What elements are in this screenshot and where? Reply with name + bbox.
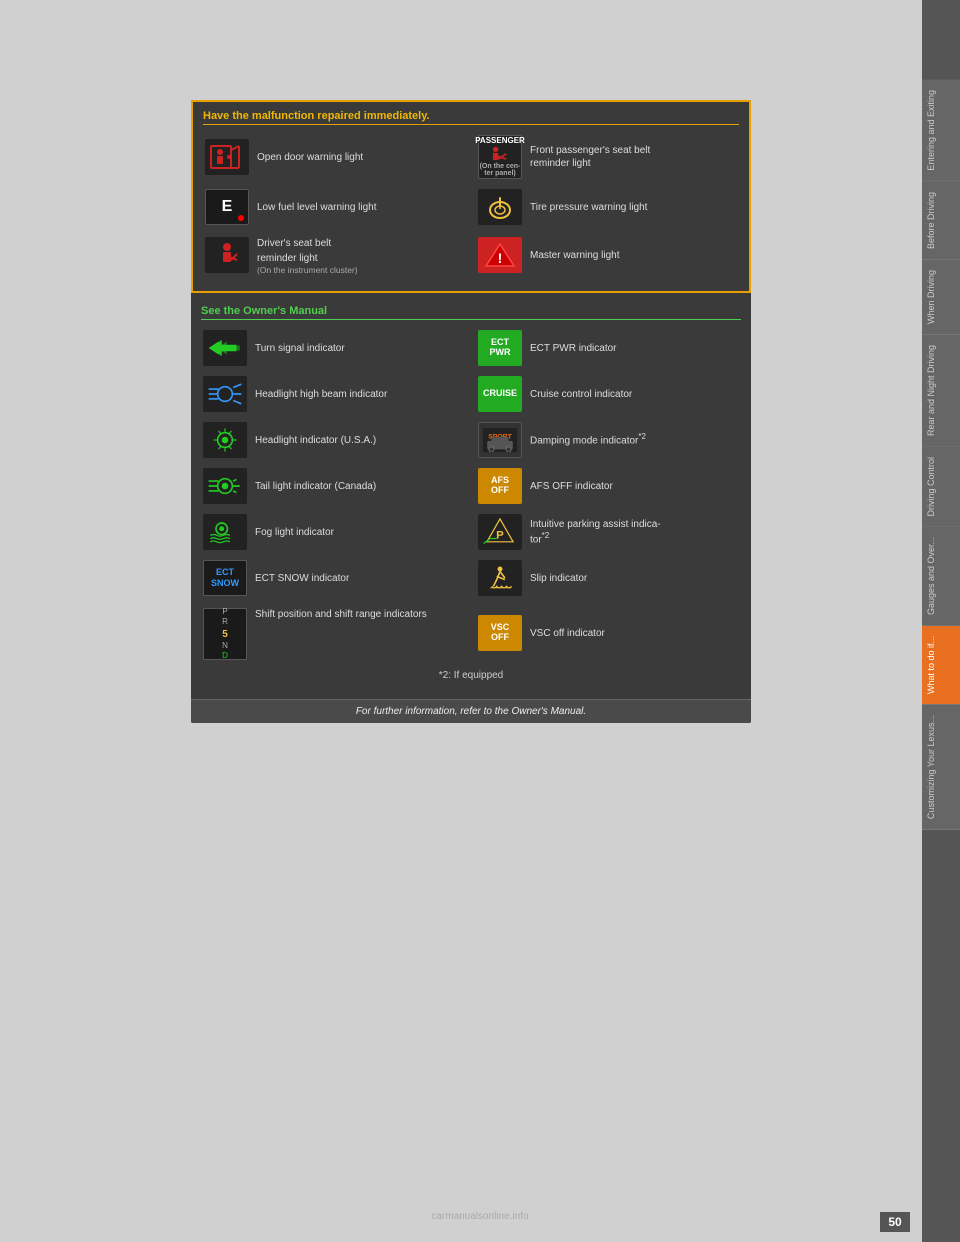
shift-position-icon: P R 5 N D	[203, 608, 247, 660]
right-sidebar: Entering and Exiting Before Driving When…	[922, 0, 960, 1242]
vsc-off-icon: VSCOFF	[478, 615, 522, 651]
driver-seatbelt-icon	[205, 237, 249, 273]
sidebar-tab-customizing[interactable]: Customizing Your Lexus...	[922, 705, 960, 830]
list-item: ! Master warning light	[476, 231, 739, 279]
list-item: VSCOFF VSC off indicator	[476, 602, 741, 664]
list-item: Fog light indicator	[201, 510, 466, 554]
list-item: Turn signal indicator	[201, 326, 466, 370]
shift-label: Shift position and shift range indicator…	[255, 608, 427, 621]
headlight-usa-icon	[203, 422, 247, 458]
low-fuel-icon: E	[205, 189, 249, 225]
tire-pressure-icon	[478, 189, 522, 225]
list-item: Tail light indicator (Canada)	[201, 464, 466, 508]
list-item: Driver's seat beltreminder light (On the…	[203, 231, 466, 279]
fog-light-icon	[203, 514, 247, 550]
fog-light-label: Fog light indicator	[255, 526, 334, 539]
warning-grid: Open door warning light PASSENGER	[203, 131, 739, 279]
list-item: Headlight indicator (U.S.A.)	[201, 418, 466, 462]
card: Have the malfunction repaired immediatel…	[191, 100, 751, 723]
master-warning-icon: !	[478, 237, 522, 273]
main-content: Have the malfunction repaired immediatel…	[0, 0, 922, 1242]
ect-snow-icon: ECT SNOW	[203, 560, 247, 596]
parking-assist-label: Intuitive parking assist indica-tor*2	[530, 518, 661, 546]
sidebar-tab-driving-control[interactable]: Driving Control	[922, 447, 960, 528]
cruise-icon: CRUISE	[478, 376, 522, 412]
sidebar-tab-rear-night[interactable]: Rear and Night Driving	[922, 335, 960, 447]
vsc-off-label: VSC off indicator	[530, 627, 605, 640]
list-item: PASSENGER (On the cen-ter panel) Front p…	[476, 131, 739, 183]
driver-seatbelt-label: Driver's seat beltreminder light	[257, 238, 331, 264]
turn-signal-label: Turn signal indicator	[255, 342, 345, 355]
tire-pressure-label: Tire pressure warning light	[530, 201, 647, 214]
manual-title: See the Owner's Manual	[201, 305, 741, 320]
watermark: carmanualsonline.info	[431, 1211, 528, 1222]
list-item: SPORT Damping mode indicator*2	[476, 418, 741, 462]
parking-assist-icon: P	[478, 514, 522, 550]
afs-off-label: AFS OFF indicator	[530, 480, 613, 493]
afs-off-icon: AFSOFF	[478, 468, 522, 504]
list-item: ECTPWR ECT PWR indicator	[476, 326, 741, 370]
driver-seatbelt-note: (On the instrument cluster)	[257, 265, 358, 275]
open-door-label: Open door warning light	[257, 151, 363, 164]
list-item: Slip indicator	[476, 556, 741, 600]
ect-snow-label: ECT SNOW indicator	[255, 572, 349, 585]
list-item: Open door warning light	[203, 131, 466, 183]
list-item: P R 5 N D Shift position and shift range…	[201, 602, 466, 664]
cruise-label: Cruise control indicator	[530, 388, 632, 401]
headlight-highbeam-label: Headlight high beam indicator	[255, 388, 387, 401]
list-item: ECT SNOW ECT SNOW indicator	[201, 556, 466, 600]
list-item: P Intuitive parking assist indica-tor*2	[476, 510, 741, 554]
list-item: Headlight high beam indicator	[201, 372, 466, 416]
list-item: Tire pressure warning light	[476, 185, 739, 229]
sport-icon: SPORT	[478, 422, 522, 458]
footnote: *2: If equipped	[201, 664, 741, 687]
warning-section: Have the malfunction repaired immediatel…	[191, 100, 751, 293]
warning-title: Have the malfunction repaired immediatel…	[203, 110, 739, 125]
taillight-canada-label: Tail light indicator (Canada)	[255, 480, 376, 493]
damping-mode-label: Damping mode indicator*2	[530, 432, 646, 447]
headlight-usa-label: Headlight indicator (U.S.A.)	[255, 434, 376, 447]
sidebar-tab-entering[interactable]: Entering and Exiting	[922, 80, 960, 182]
sidebar-tab-what-to-do[interactable]: What to do if...	[922, 626, 960, 705]
sidebar-tab-gauges[interactable]: Gauges and Over...	[922, 527, 960, 626]
ect-pwr-icon: ECTPWR	[478, 330, 522, 366]
page-number: 50	[880, 1212, 910, 1232]
slip-label: Slip indicator	[530, 572, 587, 585]
passenger-seatbelt-label: Front passenger's seat beltreminder ligh…	[530, 144, 650, 170]
sidebar-tab-when-driving[interactable]: When Driving	[922, 260, 960, 335]
taillight-canada-icon	[203, 468, 247, 504]
page-wrapper: Have the malfunction repaired immediatel…	[0, 0, 960, 1242]
list-item: CRUISE Cruise control indicator	[476, 372, 741, 416]
list-item: E Low fuel level warning light	[203, 185, 466, 229]
svg-text:!: !	[498, 250, 503, 266]
passenger-seatbelt-icon: PASSENGER (On the cen-ter panel)	[478, 135, 522, 179]
ect-pwr-label: ECT PWR indicator	[530, 342, 617, 355]
sidebar-tab-before-driving[interactable]: Before Driving	[922, 182, 960, 260]
open-door-icon	[205, 139, 249, 175]
master-warning-label: Master warning light	[530, 249, 619, 262]
manual-section: See the Owner's Manual	[191, 297, 751, 699]
list-item: AFSOFF AFS OFF indicator	[476, 464, 741, 508]
bottom-bar: For further information, refer to the Ow…	[191, 699, 751, 723]
manual-grid: Turn signal indicator ECTPWR ECT PWR ind…	[201, 326, 741, 664]
svg-text:P: P	[496, 530, 504, 542]
low-fuel-label: Low fuel level warning light	[257, 201, 377, 214]
headlight-highbeam-icon	[203, 376, 247, 412]
turn-signal-icon	[203, 330, 247, 366]
slip-indicator-icon	[478, 560, 522, 596]
